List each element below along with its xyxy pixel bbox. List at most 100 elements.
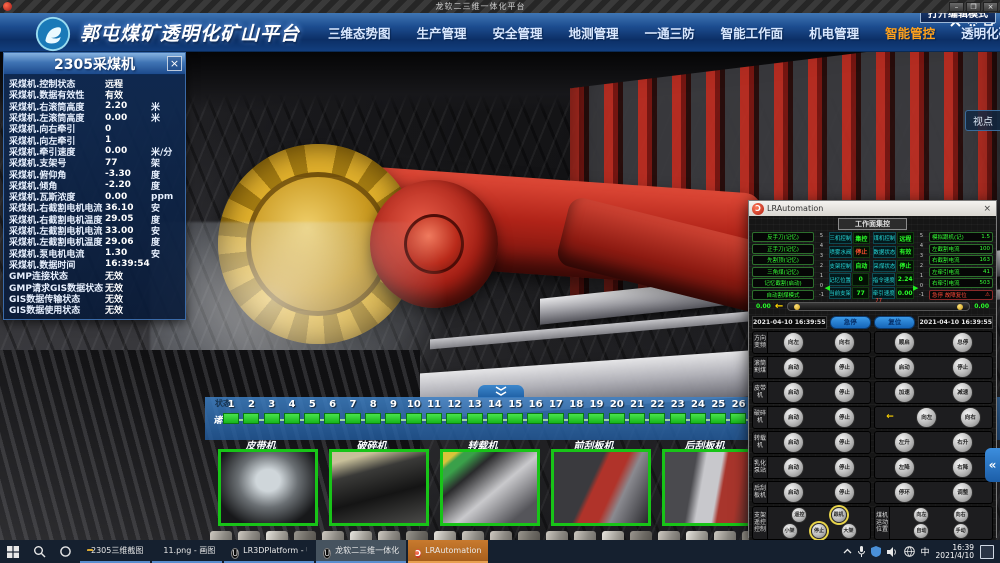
viewpoint-tab[interactable]: 视点 (965, 110, 1000, 131)
tab-working-face-control[interactable]: 工作面集控 (838, 218, 907, 230)
telemetry-button[interactable]: 急停 故障复位 ⚠ (929, 290, 993, 300)
close-icon[interactable]: × (981, 204, 993, 214)
telemetry-button[interactable]: 右截割电流 163 (929, 255, 993, 265)
close-button[interactable]: × (983, 2, 998, 12)
channel-square[interactable] (446, 413, 462, 424)
nav-item[interactable]: 智能工作面 (721, 23, 784, 42)
telemetry-button[interactable]: 左牵引电流 41 (929, 267, 993, 277)
telemetry-button[interactable]: 左截割电流 100 (929, 244, 993, 254)
nav-item[interactable]: 一通三防 (645, 23, 695, 42)
channel-square[interactable] (365, 413, 381, 424)
nav-item[interactable]: 安全管理 (493, 23, 543, 42)
control-button[interactable]: 停止 (834, 457, 855, 478)
control-button[interactable]: 停止 (834, 357, 855, 378)
nav-item[interactable]: 机电管理 (809, 23, 859, 42)
channel-square[interactable] (730, 413, 746, 424)
channel-square[interactable] (264, 413, 280, 424)
reset-button[interactable]: 复位 (874, 316, 915, 329)
control-button[interactable]: 启动 (783, 382, 804, 403)
memory-cut-button[interactable]: 反手刀(记忆) (752, 232, 814, 242)
nav-item[interactable]: 地测管理 (569, 23, 619, 42)
control-button[interactable]: 停止 (834, 482, 855, 503)
channel-square[interactable] (609, 413, 625, 424)
collapse-left-tab[interactable]: « (985, 448, 1000, 482)
control-button[interactable]: 左升 (894, 432, 915, 453)
channel-square[interactable] (223, 413, 239, 424)
channel-square[interactable] (426, 413, 442, 424)
taskbar-item[interactable]: U 龙软二三维一体化... (316, 540, 406, 563)
control-button[interactable]: 启动 (783, 432, 804, 453)
memory-cut-button[interactable]: 三角煤(记忆) (752, 267, 814, 277)
channel-square[interactable] (345, 413, 361, 424)
taskbar-item[interactable]: 2305三维截图 (80, 540, 150, 563)
channel-square[interactable] (588, 413, 604, 424)
cortana-icon[interactable] (52, 540, 78, 563)
channel-square[interactable] (284, 413, 300, 424)
nav-item[interactable]: 智能管控 (885, 23, 935, 42)
control-button[interactable]: 启动 (783, 457, 804, 478)
search-icon[interactable] (26, 540, 52, 563)
nav-item[interactable]: 生产管理 (417, 23, 467, 42)
control-button[interactable]: 启动 (783, 482, 804, 503)
channel-square[interactable] (385, 413, 401, 424)
camera-thumbnail[interactable] (440, 449, 540, 526)
usb-icon[interactable] (858, 546, 865, 557)
control-button[interactable]: 跟机 (831, 507, 847, 523)
channel-square[interactable] (324, 413, 340, 424)
channel-square[interactable] (304, 413, 320, 424)
channel-square[interactable] (507, 413, 523, 424)
control-button[interactable]: 停止 (834, 432, 855, 453)
control-button[interactable]: 启动 (894, 357, 915, 378)
control-button[interactable]: 启动 (783, 357, 804, 378)
control-button[interactable]: 向右 (834, 332, 855, 353)
control-button[interactable]: 遥控 (791, 507, 807, 523)
control-button[interactable]: 自动 (913, 523, 929, 539)
control-button[interactable]: 停止 (952, 357, 973, 378)
camera-thumbnail[interactable] (329, 449, 429, 526)
control-button[interactable]: 向右 (960, 407, 981, 428)
channel-square[interactable] (548, 413, 564, 424)
control-button[interactable]: 右降 (952, 457, 973, 478)
ime-indicator[interactable]: 中 (921, 545, 930, 558)
estop-button[interactable]: 急停 (830, 316, 871, 329)
taskbar-item[interactable]: Ɔ LRAutomation (408, 540, 488, 563)
start-button[interactable] (0, 540, 26, 563)
channel-square[interactable] (406, 413, 422, 424)
control-button[interactable]: 停止 (811, 523, 827, 539)
control-button[interactable]: 总停 (952, 332, 973, 353)
channel-square[interactable] (527, 413, 543, 424)
minimize-button[interactable]: – (949, 2, 964, 12)
telemetry-button[interactable]: 模拟跟机(记) 1.5 (929, 232, 993, 242)
control-button[interactable]: 向左 (913, 507, 929, 523)
network-globe-icon[interactable] (904, 546, 915, 557)
memory-cut-button[interactable]: 自动割煤模式 (752, 290, 814, 300)
control-button[interactable]: 向右 (953, 507, 969, 523)
tray-clock[interactable]: 16:39 2021/4/10 (936, 544, 974, 560)
taskbar-item[interactable]: 11.png - 画图 (152, 540, 222, 563)
defender-shield-icon[interactable] (871, 546, 881, 557)
memory-cut-button[interactable]: 先割顶(记忆) (752, 255, 814, 265)
channel-square[interactable] (467, 413, 483, 424)
maximize-button[interactable]: ❐ (966, 2, 981, 12)
control-button[interactable]: 加速 (894, 382, 915, 403)
control-button[interactable]: 启动 (783, 407, 804, 428)
control-button[interactable]: 大架 (841, 523, 857, 539)
channel-square[interactable] (243, 413, 259, 424)
memory-cut-button[interactable]: 记忆截割(启动) (752, 278, 814, 288)
channel-square[interactable] (710, 413, 726, 424)
control-button[interactable]: 左降 (894, 457, 915, 478)
channel-square[interactable] (629, 413, 645, 424)
control-button[interactable]: 向左 (783, 332, 804, 353)
close-icon[interactable]: × (167, 56, 182, 71)
control-button[interactable]: 小架 (782, 523, 798, 539)
telemetry-button[interactable]: 右牵引电流 503 (929, 278, 993, 288)
control-button[interactable]: 调整 (952, 482, 973, 503)
tray-chevron-up-icon[interactable] (843, 548, 852, 555)
channel-square[interactable] (670, 413, 686, 424)
channel-square[interactable] (487, 413, 503, 424)
control-button[interactable]: 顺启 (894, 332, 915, 353)
control-button[interactable]: 停环 (894, 482, 915, 503)
memory-cut-button[interactable]: 正手刀(记忆) (752, 244, 814, 254)
control-button[interactable]: 停止 (834, 407, 855, 428)
control-button[interactable]: 手动 (953, 523, 969, 539)
